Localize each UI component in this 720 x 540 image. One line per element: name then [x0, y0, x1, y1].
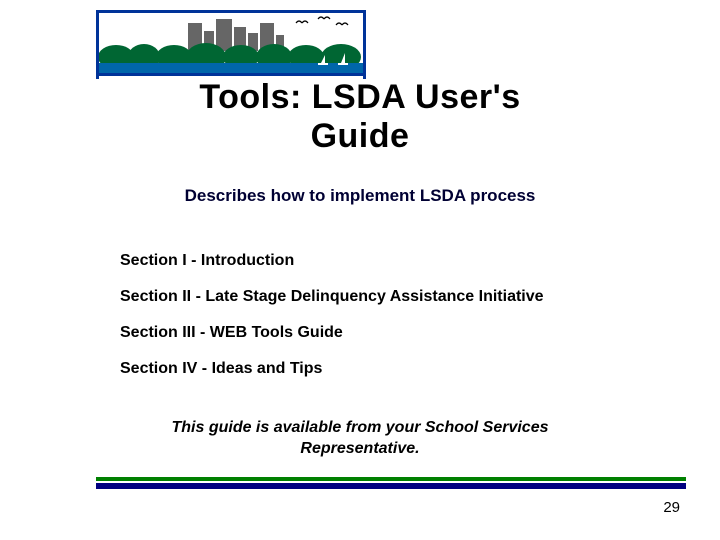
footer-line-2: Representative.	[0, 439, 720, 460]
slide-title: Tools: LSDA User's Guide	[0, 78, 720, 156]
section-item: Section I - Introduction	[120, 252, 660, 270]
footer-note: This guide is available from your School…	[0, 418, 720, 460]
header-logo	[96, 10, 366, 76]
section-item: Section II - Late Stage Delinquency Assi…	[120, 288, 660, 306]
slide-subtitle: Describes how to implement LSDA process	[0, 186, 720, 206]
section-list: Section I - Introduction Section II - La…	[120, 252, 660, 396]
title-line-2: Guide	[0, 117, 720, 156]
section-item: Section III - WEB Tools Guide	[120, 324, 660, 342]
page-number: 29	[663, 499, 680, 516]
divider-navy	[96, 483, 686, 489]
section-item: Section IV - Ideas and Tips	[120, 360, 660, 378]
skyline-graphic	[96, 13, 366, 79]
title-line-1: Tools: LSDA User's	[0, 78, 720, 117]
footer-line-1: This guide is available from your School…	[0, 418, 720, 439]
divider-bar	[96, 477, 686, 489]
